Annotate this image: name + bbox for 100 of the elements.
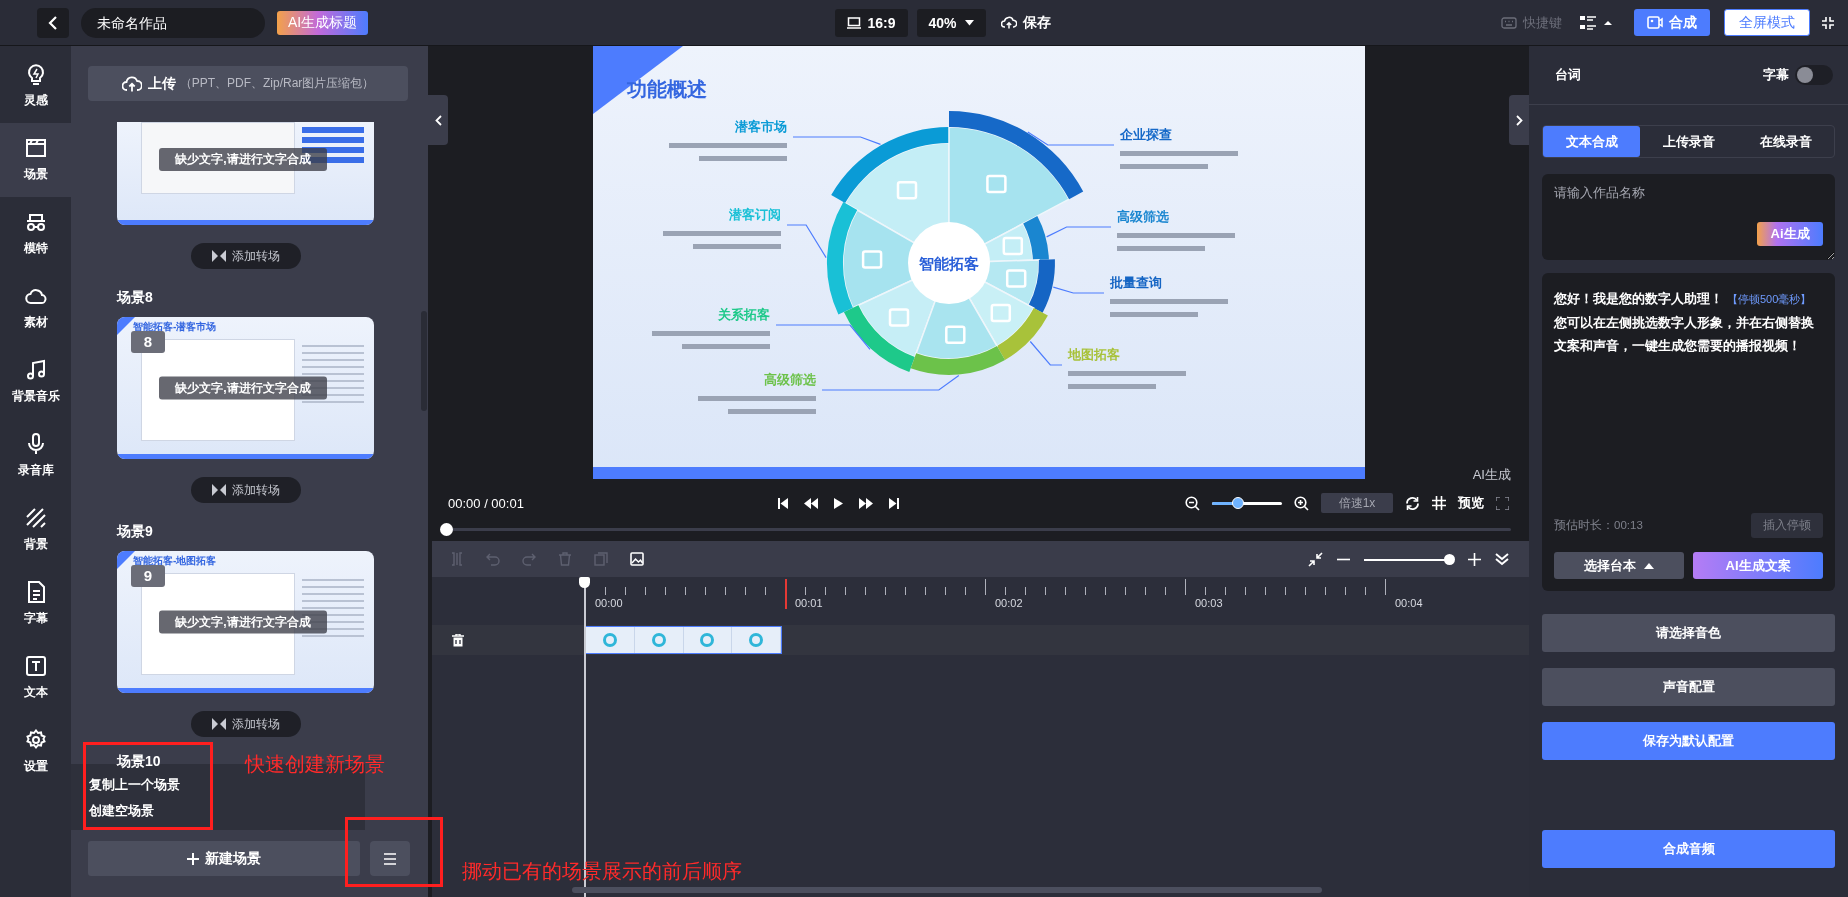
zoom-in-icon[interactable] [1294,495,1309,511]
plus-icon[interactable] [1468,552,1481,566]
timeline-zoom-slider[interactable] [1364,553,1454,565]
time-display: 00:00 / 00:01 [448,495,525,511]
skip-back-icon[interactable] [778,497,788,509]
play-icon[interactable] [834,497,843,509]
add-transition-button[interactable]: 添加转场 [190,243,301,269]
nav-item[interactable]: 录音库 [0,419,71,493]
segment-label: 高级筛选 [1116,209,1169,224]
panel-title: 台词 [1555,66,1581,84]
collapse-right-tab[interactable] [1509,95,1529,145]
fast-forward-icon[interactable] [859,497,873,509]
caret-down-icon [964,19,974,26]
nav-item[interactable]: 素材 [0,271,71,345]
reorder-button[interactable] [370,841,410,876]
scene-number-badge: 8 [131,331,165,353]
leader-line [785,224,827,259]
add-transition-button[interactable]: 添加转场 [190,477,301,503]
script-text: 您好！我是您的数字人助理！ [1554,291,1723,306]
choose-script-button[interactable]: 选择台本 [1554,552,1684,579]
nav-item[interactable]: 灵感 [0,49,71,123]
scene-thumbnail[interactable]: 智能拓客-地图拓客 9 缺少文字,请进行文字合成 [117,551,374,693]
marker-line [785,579,787,609]
thumbnail-title: 智能拓客-地图拓客 [133,554,217,568]
ruler-label: 00:01 [795,597,824,609]
transition-icon [211,484,226,496]
transition-icon [211,718,226,730]
settings-icon [24,729,47,751]
fullscreen-button[interactable]: 全屏模式 [1724,9,1810,36]
upload-button[interactable]: 上传 （PPT、PDF、Zip/Rar图片压缩包） [88,66,408,101]
caret-up-icon [1644,562,1654,569]
collapse-left-tab[interactable] [428,95,448,145]
tab[interactable]: 文本合成 [1543,126,1640,157]
zoom-dropdown[interactable]: 40% [916,8,986,37]
compose-button[interactable]: 合成 [1634,9,1710,36]
rewind-icon[interactable] [804,497,818,509]
title-field[interactable]: 未命名作品 [81,7,265,38]
nav-item[interactable]: 背景音乐 [0,345,71,419]
scrollbar[interactable] [421,311,427,411]
tab[interactable]: 上传录音 [1640,126,1737,157]
scene-thumbnail[interactable]: 智能拓客-潜客市场 8 缺少文字,请进行文字合成 [117,317,374,459]
scrollbar[interactable] [572,887,1322,893]
segment-icon [990,303,1011,323]
segment-icon [861,250,882,269]
cloud-upload-icon [1000,16,1017,29]
pause-tag: 【停顿500毫秒】 [1727,293,1812,305]
scene-label: 场景8 [117,289,153,307]
menu-item[interactable]: 创建空场景 [89,798,154,824]
plus-icon [187,852,199,865]
chevron-left-icon [434,114,442,126]
segment-icon [1002,236,1023,256]
compose-audio-button[interactable]: 合成音频 [1542,830,1835,868]
skip-forward-icon[interactable] [889,497,899,509]
nav-item[interactable]: 模特 [0,197,71,271]
tab[interactable]: 在线录音 [1737,126,1834,157]
leader-line [1029,340,1063,366]
diagonal-lines-icon [24,507,47,529]
keyboard-icon [1501,16,1517,29]
nav-item[interactable]: 背景 [0,493,71,567]
preview-button[interactable]: 预览 [1458,494,1484,512]
nav-item[interactable]: 文本 [0,641,71,715]
back-button[interactable] [37,7,69,38]
music-note-icon [24,359,47,381]
refresh-icon[interactable] [1405,495,1420,511]
add-transition-button[interactable]: 添加转场 [190,711,301,737]
segment-label: 潜客市场 [734,119,787,134]
leader-line [1052,286,1105,294]
ruler-label: 00:00 [595,597,624,609]
image-icon[interactable] [630,552,644,566]
nav-item[interactable]: 字幕 [0,567,71,641]
save-button[interactable]: 保存 [994,13,1057,32]
delete-icon[interactable] [452,633,464,647]
new-scene-button[interactable]: 新建场景 [88,841,360,876]
grid-icon[interactable] [1432,496,1446,510]
action-button[interactable]: 请选择音色 [1542,614,1835,652]
aspect-ratio-button[interactable]: 16:9 [835,8,908,37]
speed-button[interactable]: 倍速1x [1321,493,1393,513]
scene-thumbnail[interactable]: 缺少文字,请进行文字合成 [117,122,374,225]
list-layout-icon [1580,15,1614,30]
missing-text-notice: 缺少文字,请进行文字合成 [159,376,327,400]
video-icon [1647,16,1663,29]
video-clip[interactable] [585,626,782,654]
chevron-right-icon [1515,114,1523,126]
nav-item[interactable]: 设置 [0,715,71,789]
zoom-out-icon[interactable] [1185,495,1200,511]
double-chevron-down-icon[interactable] [1495,552,1509,566]
action-button[interactable]: 保存为默认配置 [1542,722,1835,760]
segment-icon [985,174,1007,194]
missing-text-notice: 缺少文字,请进行文字合成 [159,148,327,171]
segment-icon [896,181,917,200]
nav-item[interactable]: 场景 [0,123,71,197]
fullscreen-icon[interactable] [1496,496,1509,510]
subtitle-toggle[interactable] [1795,65,1833,85]
monitor-icon [847,16,862,29]
collapse-arrows-icon[interactable] [1308,551,1323,567]
duration-estimate: 预估时长：00:13 [1554,518,1643,533]
action-button[interactable]: 声音配置 [1542,668,1835,706]
segment-icon [1005,269,1026,288]
menu-item[interactable]: 复制上一个场景 [89,772,180,798]
exit-fullscreen-icon[interactable] [1822,16,1834,29]
